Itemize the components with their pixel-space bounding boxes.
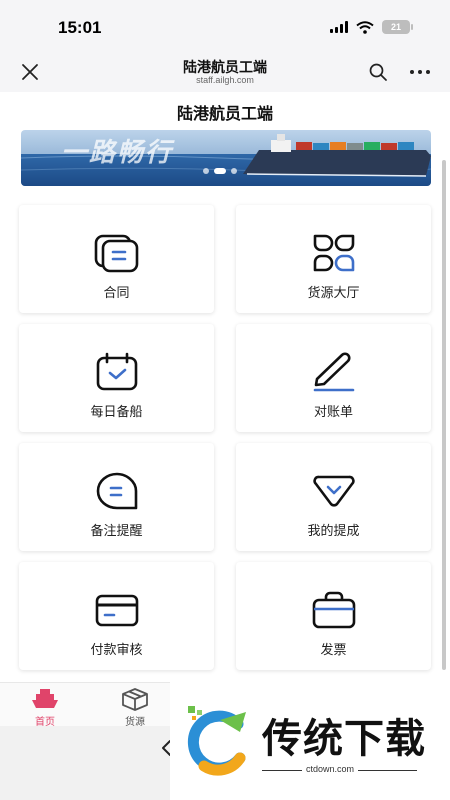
tab-home[interactable]: 首页	[15, 687, 75, 728]
menu-item-cargo-hall[interactable]: 货源大厅	[236, 205, 431, 313]
menu-label: 备注提醒	[90, 524, 143, 539]
wifi-icon	[356, 20, 374, 34]
contract-icon	[94, 234, 139, 273]
banner-slogan: 一路畅行	[61, 138, 174, 168]
status-icons: 21	[330, 20, 413, 34]
diamond-icon	[313, 475, 355, 507]
browser-bar: 陆港航员工端 staff.ailgh.com	[0, 52, 450, 92]
status-time: 15:01	[58, 18, 102, 37]
menu-label: 发票	[320, 643, 347, 658]
menu-label: 每日备船	[90, 405, 143, 420]
carousel-dot[interactable]	[231, 168, 237, 174]
grid-apps-icon	[313, 234, 355, 272]
search-icon[interactable]	[368, 62, 388, 82]
pen-icon	[313, 352, 355, 392]
browser-toolbar	[0, 726, 170, 800]
watermark-name: 传统下载	[262, 716, 426, 762]
watermark-logo	[187, 706, 246, 776]
battery-icon: 21	[382, 20, 413, 34]
menu-label: 货源大厅	[307, 286, 360, 301]
signal-icon	[330, 21, 348, 33]
menu-label: 对账单	[313, 405, 353, 420]
watermark: 传统下载 ctdown.com	[170, 682, 450, 800]
menu-item-daily-ship[interactable]: 每日备船	[19, 324, 214, 432]
calendar-check-icon	[96, 352, 138, 391]
menu-item-payment-review[interactable]: 付款审核	[19, 562, 214, 670]
watermark-url: ctdown.com	[302, 764, 359, 774]
menu-item-statement[interactable]: 对账单	[236, 324, 431, 432]
menu-item-remark-reminder[interactable]: 备注提醒	[19, 443, 214, 551]
carousel-dot-active[interactable]	[214, 168, 226, 174]
carousel-dot[interactable]	[203, 168, 209, 174]
page-title: 陆港航员工端	[176, 104, 273, 123]
menu-item-contract[interactable]: 合同	[19, 205, 214, 313]
briefcase-icon	[312, 591, 356, 629]
tab-cargo[interactable]: 货源	[105, 687, 165, 728]
status-bar: 15:01 21	[0, 0, 450, 52]
menu-label: 付款审核	[90, 643, 143, 658]
menu-label: 我的提成	[307, 524, 360, 539]
box-icon	[122, 688, 148, 711]
bottom-tab-bar: 首页 货源	[0, 682, 170, 728]
message-bubble-icon	[96, 472, 138, 510]
menu-item-my-commission[interactable]: 我的提成	[236, 443, 431, 551]
menu-item-invoice[interactable]: 发票	[236, 562, 431, 670]
scrollbar[interactable]	[442, 160, 446, 670]
more-icon[interactable]	[409, 62, 431, 82]
ship-icon	[32, 689, 58, 708]
credit-card-icon	[95, 594, 139, 627]
menu-label: 合同	[103, 286, 130, 301]
banner-carousel[interactable]: 一路畅行	[21, 130, 431, 186]
carousel-indicator	[203, 168, 237, 174]
